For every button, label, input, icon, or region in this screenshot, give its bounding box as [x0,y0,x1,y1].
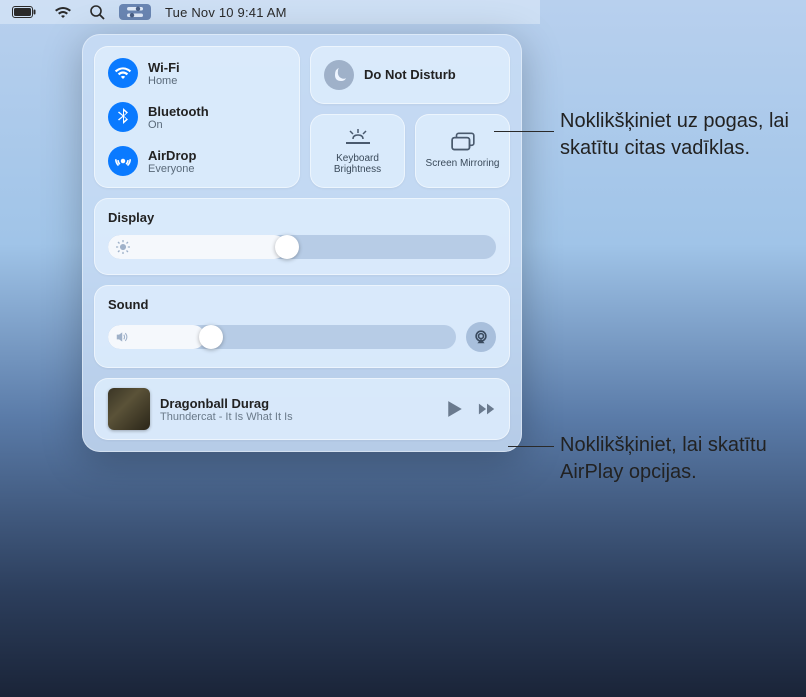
wifi-icon[interactable] [54,6,72,19]
track-title: Dragonball Durag [160,396,436,411]
sound-slider[interactable] [108,325,456,349]
screen-mirroring-icon [450,132,476,152]
control-center-panel: Wi-Fi Home Bluetooth On AirDrop [82,34,522,452]
play-button[interactable] [446,400,464,418]
dnd-label: Do Not Disturb [364,68,456,83]
keyboard-brightness-button[interactable]: Keyboard Brightness [310,114,405,188]
wifi-label: Wi-Fi [148,60,180,75]
bluetooth-status: On [148,119,209,131]
sound-label: Sound [108,297,496,312]
moon-icon [324,60,354,90]
airdrop-toggle[interactable]: AirDrop Everyone [108,146,286,176]
menubar: Tue Nov 10 9:41 AM [0,0,540,24]
brightness-icon [116,240,130,254]
screen-mirroring-label: Screen Mirroring [426,158,500,170]
now-playing-tile[interactable]: Dragonball Durag Thundercat - It Is What… [94,378,510,440]
display-slider[interactable] [108,235,496,259]
airplay-audio-button[interactable] [466,322,496,352]
bluetooth-toggle[interactable]: Bluetooth On [108,102,286,132]
bluetooth-icon [108,102,138,132]
fast-forward-button[interactable] [478,400,496,418]
do-not-disturb-toggle[interactable]: Do Not Disturb [310,46,510,104]
volume-icon [116,330,130,344]
airdrop-label: AirDrop [148,148,196,163]
sound-tile: Sound [94,285,510,368]
spotlight-icon[interactable] [90,5,105,20]
annotation-dnd: Noklikšķiniet uz pogas, lai skatītu cita… [560,108,806,162]
display-tile: Display [94,198,510,275]
annotation-airplay: Noklikšķiniet, lai skatītu AirPlay opcij… [560,432,806,486]
wifi-icon [108,58,138,88]
connectivity-tile: Wi-Fi Home Bluetooth On AirDrop [94,46,300,188]
airdrop-status: Everyone [148,163,196,175]
display-label: Display [108,210,496,225]
track-subtitle: Thundercat - It Is What It Is [160,411,436,423]
battery-icon[interactable] [12,6,36,18]
callout-line [508,446,554,447]
screen-mirroring-button[interactable]: Screen Mirroring [415,114,510,188]
wifi-toggle[interactable]: Wi-Fi Home [108,58,286,88]
airplay-icon [473,329,489,345]
callout-line [494,131,554,132]
keyboard-brightness-icon [345,127,371,147]
bluetooth-label: Bluetooth [148,104,209,119]
album-art [108,388,150,430]
control-center-icon[interactable] [119,4,151,20]
keyboard-brightness-label: Keyboard Brightness [316,153,399,176]
menubar-datetime[interactable]: Tue Nov 10 9:41 AM [165,5,287,20]
wifi-status: Home [148,75,180,87]
airdrop-icon [108,146,138,176]
